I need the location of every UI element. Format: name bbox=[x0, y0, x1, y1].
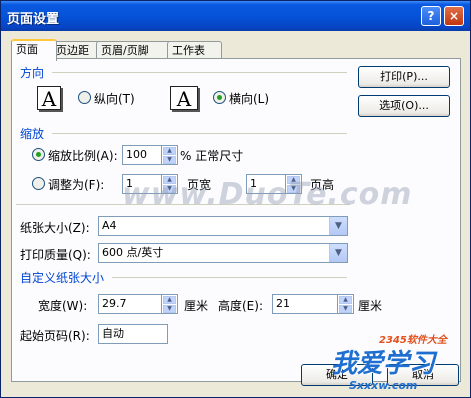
spin-down-icon[interactable]: ▼ bbox=[163, 305, 176, 313]
width-label: 宽度(W): bbox=[38, 299, 88, 313]
print-quality-value: 600 点/英寸 bbox=[102, 246, 164, 259]
landscape-label[interactable]: 横向(L) bbox=[229, 90, 269, 107]
spin-up-icon[interactable]: ▲ bbox=[163, 147, 176, 155]
dialog-title: 页面设置 bbox=[7, 12, 60, 27]
page-setup-dialog: 页面设置 ? × 页面 页边距 页眉/页脚 工作表 方向 A 纵向(T) A 横… bbox=[0, 0, 471, 398]
print-quality-select[interactable]: 600 点/英寸 ▼ bbox=[98, 243, 348, 263]
custom-size-divider bbox=[112, 277, 347, 278]
title-bar: 页面设置 ? × bbox=[1, 1, 470, 31]
spin-down-icon[interactable]: ▼ bbox=[163, 156, 176, 164]
scale-input[interactable]: 100 bbox=[122, 145, 162, 165]
portrait-page-icon: A bbox=[37, 86, 61, 111]
spin-up-icon[interactable]: ▲ bbox=[339, 296, 352, 304]
landscape-page-icon: A bbox=[170, 86, 198, 111]
height-input[interactable]: 21 bbox=[272, 294, 338, 314]
chevron-down-icon[interactable]: ▼ bbox=[329, 244, 347, 262]
scaling-divider bbox=[52, 133, 347, 134]
custom-size-section-title: 自定义纸张大小 bbox=[20, 271, 105, 285]
scale-spinner[interactable]: ▲ ▼ bbox=[162, 145, 178, 165]
scale-suffix: % 正常尺寸 bbox=[180, 149, 244, 163]
chevron-down-icon[interactable]: ▼ bbox=[329, 217, 347, 235]
tab-header-footer[interactable]: 页眉/页脚 bbox=[96, 41, 173, 59]
portrait-label[interactable]: 纵向(T) bbox=[94, 90, 135, 107]
height-unit: 厘米 bbox=[358, 299, 383, 313]
paper-size-select[interactable]: A4 ▼ bbox=[98, 216, 348, 236]
height-label: 高度(E): bbox=[218, 299, 263, 313]
logo-sxxxw: Sxxxw.com bbox=[349, 379, 418, 392]
portrait-radio[interactable] bbox=[78, 91, 91, 104]
spin-up-icon[interactable]: ▲ bbox=[163, 296, 176, 304]
spin-down-icon[interactable]: ▼ bbox=[339, 305, 352, 313]
width-unit: 厘米 bbox=[184, 299, 209, 313]
landscape-radio[interactable] bbox=[213, 91, 226, 104]
fit-to-label[interactable]: 调整为(F): bbox=[48, 176, 104, 193]
duote-watermark: www.DuoTe.com bbox=[122, 177, 413, 212]
width-spinner[interactable]: ▲ ▼ bbox=[162, 294, 178, 314]
scale-radio[interactable] bbox=[32, 148, 45, 161]
options-button[interactable]: 选项(O)... bbox=[358, 95, 450, 117]
paper-size-label: 纸张大小(Z): bbox=[20, 221, 90, 235]
paper-size-value: A4 bbox=[102, 219, 117, 232]
width-input[interactable]: 29.7 bbox=[98, 294, 162, 314]
logo-woaixuexi: 我爱学习 bbox=[331, 349, 436, 379]
orientation-section-title: 方向 bbox=[20, 66, 45, 80]
start-page-label: 起始页码(R): bbox=[20, 329, 90, 343]
tab-page[interactable]: 页面 bbox=[11, 39, 57, 61]
start-page-input[interactable]: 自动 bbox=[98, 324, 168, 344]
help-icon[interactable]: ? bbox=[421, 6, 441, 26]
scaling-section-title: 缩放 bbox=[20, 127, 45, 141]
fit-to-radio[interactable] bbox=[32, 177, 45, 190]
close-icon[interactable]: × bbox=[444, 6, 464, 26]
scale-label[interactable]: 缩放比例(A): bbox=[48, 147, 118, 164]
orientation-divider bbox=[52, 72, 347, 73]
print-button[interactable]: 打印(P)... bbox=[358, 66, 450, 88]
print-quality-label: 打印质量(Q): bbox=[20, 248, 91, 262]
tab-margins[interactable]: 页边距 bbox=[51, 41, 102, 59]
height-spinner[interactable]: ▲ ▼ bbox=[338, 294, 354, 314]
tab-sheet[interactable]: 工作表 bbox=[167, 41, 222, 59]
